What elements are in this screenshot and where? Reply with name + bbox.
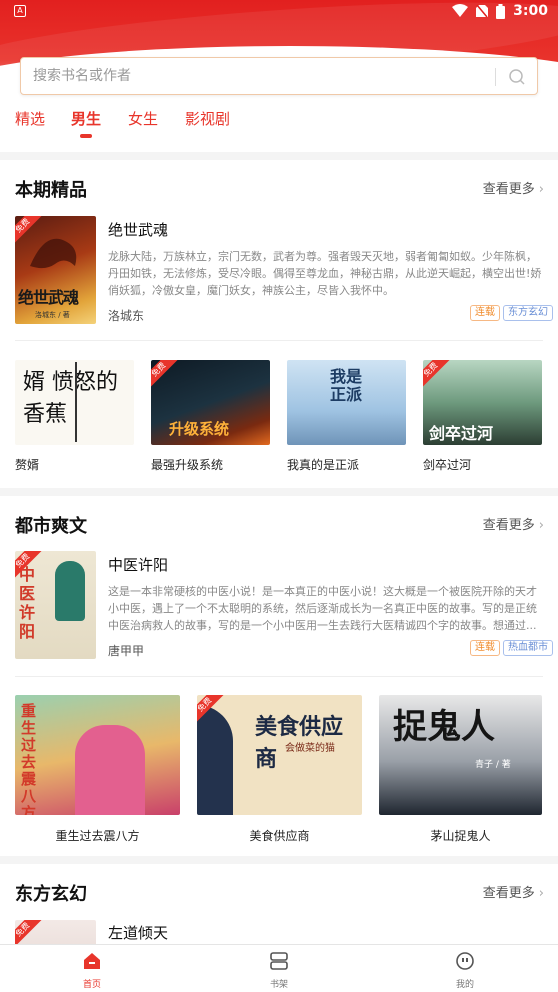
nav-label: 书架: [269, 980, 288, 990]
search-bar[interactable]: [20, 57, 538, 95]
genre-tag: 热血都市: [503, 640, 553, 656]
book-cover: 重生过去震八方: [15, 695, 180, 815]
genre-tag: 东方玄幻: [503, 305, 553, 321]
featured-book[interactable]: 中医许阳 免费 中医许阳 这是一本非常硬核的中医小说！是一本真正的中医小说！这大…: [15, 551, 553, 661]
book-title: 最强升级系统: [151, 458, 224, 472]
book-author: 唐甲甲: [108, 644, 145, 658]
nav-label: 我的: [455, 980, 474, 990]
status-bar: A 3:00: [0, 0, 558, 24]
status-tag: 连载: [470, 640, 500, 656]
book-cover: 婿 愤怒的香蕉: [15, 360, 134, 445]
free-badge: 免费: [423, 360, 451, 390]
book-cover: 我是正派: [287, 360, 406, 445]
cover-figure: [75, 725, 145, 815]
cover-title: 升级系统: [169, 420, 230, 438]
nav-label: 首页: [82, 980, 101, 990]
category-tabs: 精选 男生 女生 影视剧: [0, 100, 558, 150]
cover-author: 青子 / 著: [475, 760, 511, 770]
book-title: 赘婿: [15, 458, 40, 472]
cover-title: 婿 愤怒的香蕉: [23, 370, 118, 427]
book-author: 洛城东: [108, 309, 145, 323]
section-urban: 都市爽文 查看更多 › 中医许阳 免费 中医许阳 这是一本非常硬核的中医小说！是一…: [0, 496, 558, 856]
book-title: 美食供应商: [249, 829, 310, 843]
search-input[interactable]: [33, 58, 493, 94]
book-title: 茅山捉鬼人: [430, 829, 491, 843]
book-title: 重生过去震八方: [55, 829, 140, 843]
book-title: 绝世武魂: [108, 221, 169, 239]
book-description: 这是一本非常硬核的中医小说！是一本真正的中医小说！这大概是一个被医院开除的天才小…: [108, 585, 537, 632]
featured-book[interactable]: 绝世武魂 洛城东 / 著 免费 绝世武魂 龙脉大陆，万族林立，宗门无数，武者为尊…: [15, 216, 553, 326]
free-badge: 免费: [151, 360, 179, 390]
cover-author: 洛城东 / 著: [35, 311, 70, 319]
book-card[interactable]: 美食供应商 会做菜的猫 免费 美食供应商: [197, 695, 362, 845]
book-cover: 捉鬼人 青子 / 著: [379, 695, 542, 815]
status-tag: 连载: [470, 305, 500, 321]
cover-title: 中医许阳: [19, 565, 36, 641]
section-title: 本期精品: [15, 180, 87, 201]
chevron-right-icon: ›: [538, 518, 544, 533]
chevron-right-icon: ›: [538, 886, 544, 901]
book-card[interactable]: 重生过去震八方 重生过去震八方: [15, 695, 180, 845]
free-badge: 免费: [15, 920, 43, 944]
no-sim-icon: [476, 4, 489, 18]
book-cover: 升级系统 免费: [151, 360, 270, 445]
book-card[interactable]: 升级系统 免费 最强升级系统: [151, 360, 270, 472]
book-card[interactable]: 捉鬼人 青子 / 著 茅山捉鬼人: [379, 695, 542, 845]
book-card[interactable]: 剑卒过河 免费 剑卒过河: [423, 360, 542, 472]
app-screen: A 3:00 精选 男生 女生 影视剧 本期精品 查看更多›: [0, 0, 558, 992]
cover-title: 剑卒过河: [429, 424, 494, 443]
header-banner: A 3:00: [0, 0, 558, 110]
tab-featured[interactable]: 精选: [15, 108, 45, 129]
battery-icon: [496, 3, 506, 19]
tab-film-tv[interactable]: 影视剧: [185, 108, 230, 129]
book-title: 中医许阳: [108, 556, 169, 574]
book-cover: 剑卒过河 免费: [423, 360, 542, 445]
tab-male[interactable]: 男生: [71, 108, 101, 138]
view-more-link[interactable]: 查看更多 ›: [483, 514, 544, 533]
clock: 3:00: [513, 3, 548, 19]
view-more-link[interactable]: 查看更多 ›: [483, 882, 544, 901]
nav-profile[interactable]: 我的: [435, 951, 495, 990]
wifi-icon: [452, 4, 469, 17]
search-icon[interactable]: [507, 67, 527, 87]
book-description: 龙脉大陆，万族林立，宗门无数，武者为尊。强者毁天灭地，弱者匍匐如蚁。少年陈枫，丹…: [108, 250, 542, 297]
book-cover[interactable]: 免费: [15, 920, 96, 944]
bottom-navigation: 首页 书架 我的: [0, 944, 558, 992]
tab-female[interactable]: 女生: [128, 108, 158, 129]
book-title: 剑卒过河: [423, 458, 472, 472]
cover-pattern: [197, 705, 233, 815]
featured-book[interactable]: 免费 左道倾天: [15, 920, 543, 944]
book-title: 我真的是正派: [287, 458, 360, 472]
book-cover: 美食供应商 会做菜的猫 免费: [197, 695, 362, 815]
dragon-art: [30, 238, 77, 269]
cover-figure: [55, 561, 85, 621]
view-more-link[interactable]: 查看更多 ›: [483, 178, 544, 197]
book-card[interactable]: 我是正派 我真的是正派: [287, 360, 406, 472]
section-premium: 本期精品 查看更多 › 绝世武魂 洛城东 / 著 免费 绝世武魂 龙脉大陆，万族林…: [0, 160, 558, 488]
bookshelf-icon: [270, 952, 288, 970]
active-tab-indicator: [80, 134, 92, 138]
cover-title: 绝世武魂: [18, 288, 79, 307]
chevron-right-icon: ›: [538, 182, 544, 197]
section-title: 都市爽文: [15, 516, 87, 537]
book-card[interactable]: 婿 愤怒的香蕉 赘婿: [15, 360, 134, 472]
profile-icon: [456, 952, 474, 970]
cover-subtitle: 会做菜的猫: [285, 743, 335, 754]
nav-home[interactable]: 首页: [62, 951, 122, 990]
cover-title: 我是正派: [329, 367, 362, 404]
section-title: 东方玄幻: [15, 884, 87, 905]
section-fantasy: 东方玄幻 查看更多 › 免费 左道倾天: [0, 864, 558, 944]
nav-bookshelf[interactable]: 书架: [249, 951, 309, 990]
book-cover[interactable]: 绝世武魂 洛城东 / 著 免费: [15, 216, 96, 324]
home-icon: [84, 953, 100, 969]
book-title: 左道倾天: [108, 924, 169, 942]
book-cover[interactable]: 中医许阳 免费: [15, 551, 96, 659]
app-notification-icon: A: [14, 5, 26, 17]
cover-title: 重生过去震八方: [21, 702, 37, 816]
cover-title: 捉鬼人: [393, 707, 495, 747]
